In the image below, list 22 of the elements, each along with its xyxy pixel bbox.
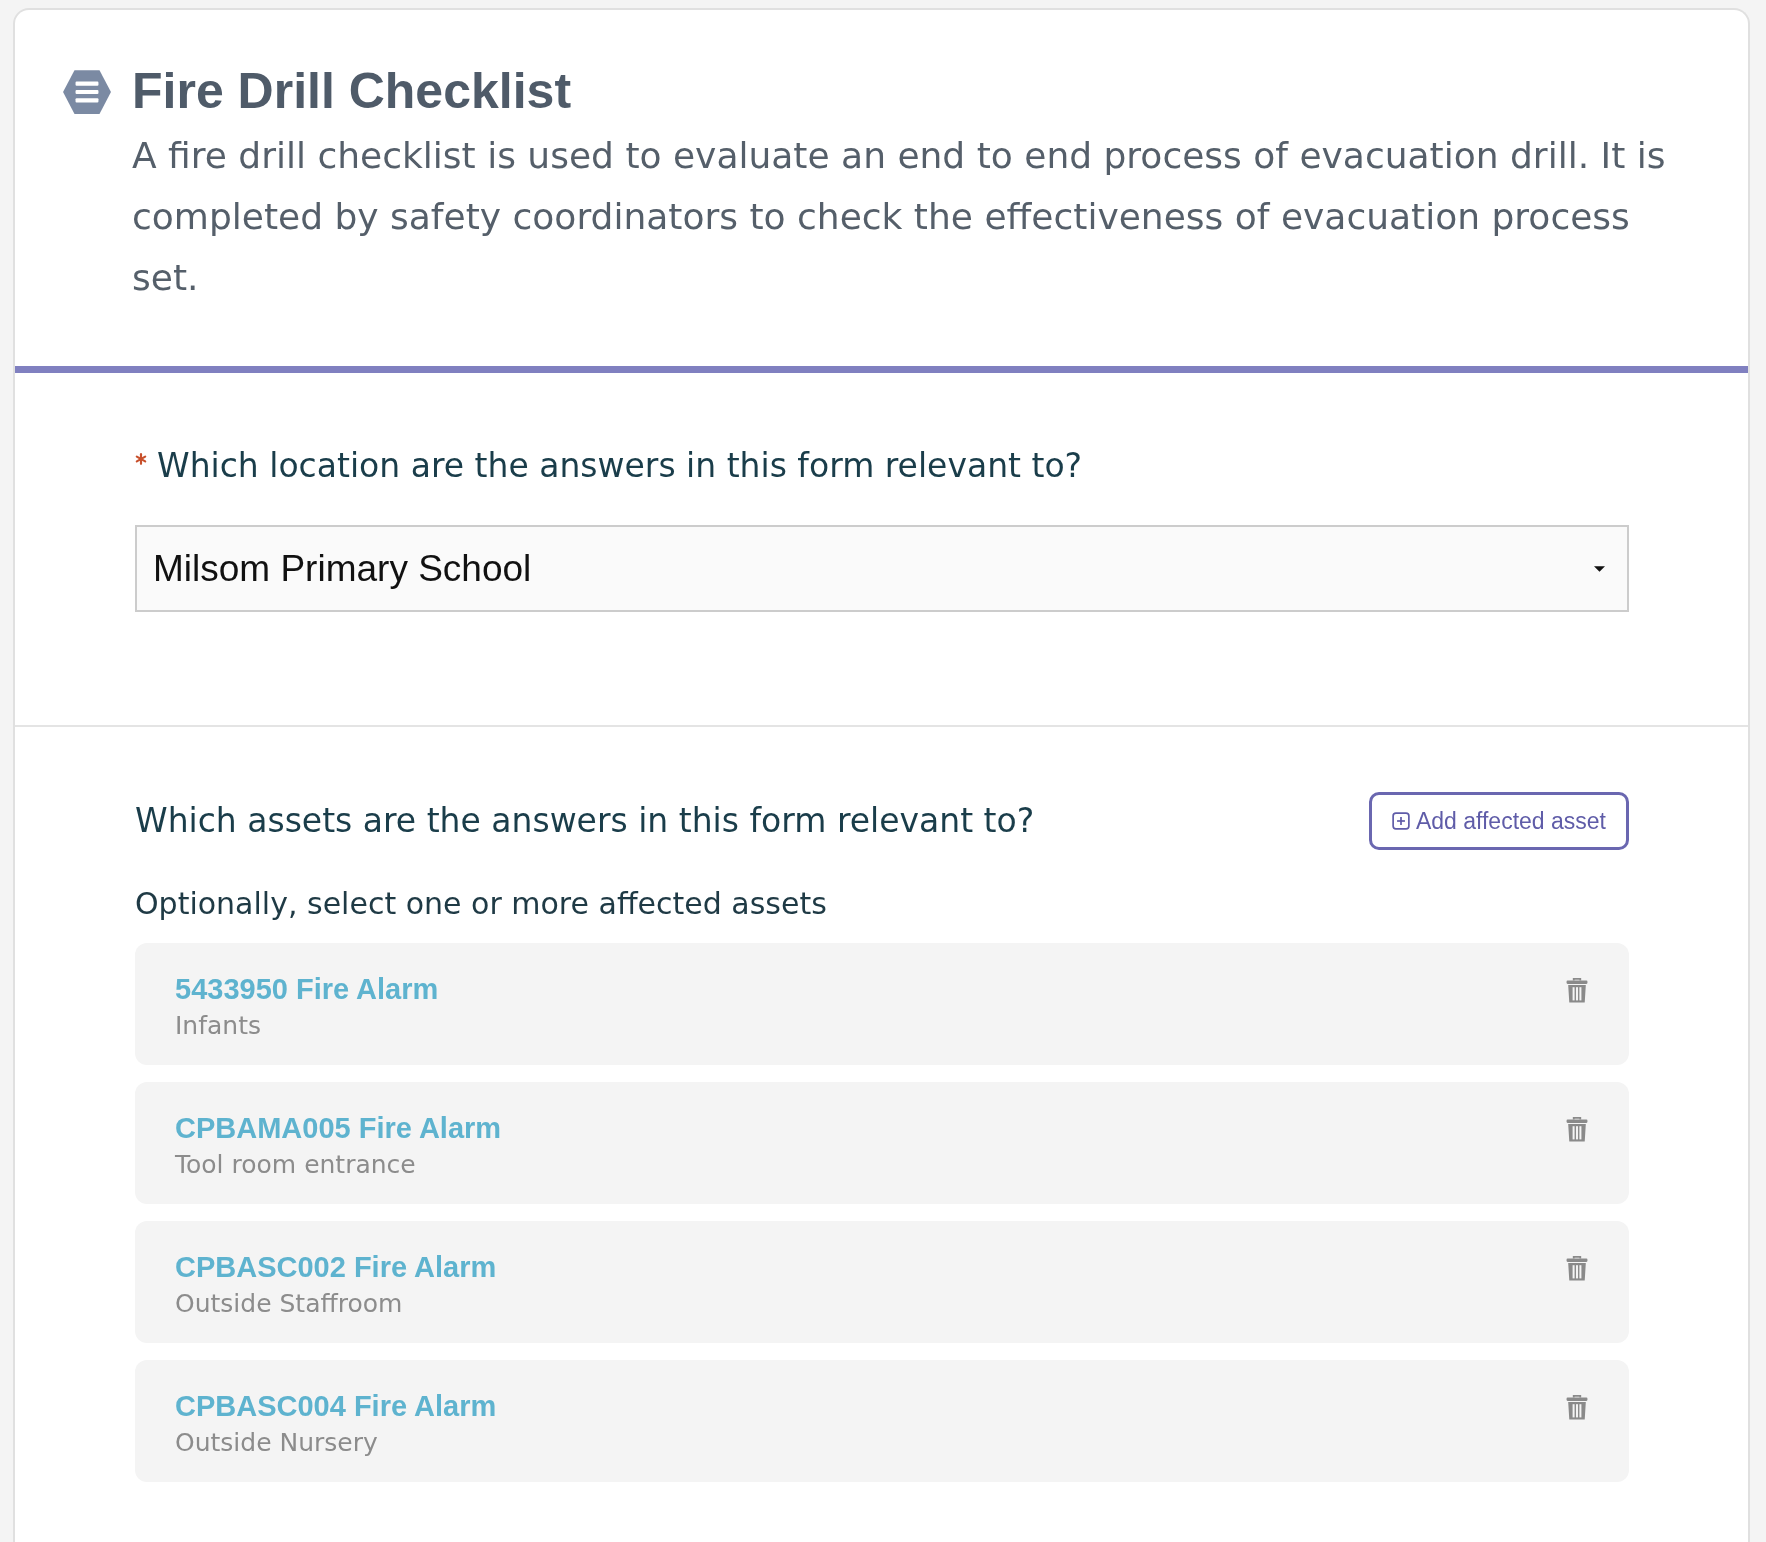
asset-location: Outside Nursery <box>175 1427 378 1459</box>
trash-icon[interactable] <box>1566 1116 1588 1143</box>
add-affected-asset-button[interactable]: Add affected asset <box>1368 792 1629 850</box>
assets-question: Which assets are the answers in this form relevant to? <box>135 800 1035 842</box>
asset-name-link[interactable]: CPBASC004 Fire Alarm <box>175 1387 497 1425</box>
assets-hint: Optionally, select one or more affected assets <box>135 885 828 923</box>
form-title: Fire Drill Checklist <box>132 62 573 121</box>
trash-icon[interactable] <box>1566 977 1588 1004</box>
plus-square-icon <box>1391 812 1410 830</box>
asset-name-link[interactable]: CPBAMA005 Fire Alarm <box>175 1109 502 1147</box>
asset-location: Tool room entrance <box>175 1149 416 1181</box>
form-description: A fire drill checklist is used to evaluate an end to end process of evacuation drill. It is completed by safety coordinators to check the effectiveness of evacuation process set. <box>132 134 1667 300</box>
trash-icon[interactable] <box>1566 1255 1588 1282</box>
caret-icon <box>1594 565 1605 572</box>
asset-name-link[interactable]: CPBASC002 Fire Alarm <box>175 1248 497 1286</box>
location-question: Which location are the answers in this form relevant to? <box>157 445 1083 487</box>
trash-icon[interactable] <box>1566 1394 1588 1421</box>
location-select[interactable]: Milsom Primary School <box>135 525 1629 612</box>
asset-name-link[interactable]: 5433950 Fire Alarm <box>175 970 439 1008</box>
asset-location: Outside Staffroom <box>175 1288 403 1320</box>
asset-location: Infants <box>175 1010 261 1042</box>
form-list-icon <box>62 69 112 115</box>
